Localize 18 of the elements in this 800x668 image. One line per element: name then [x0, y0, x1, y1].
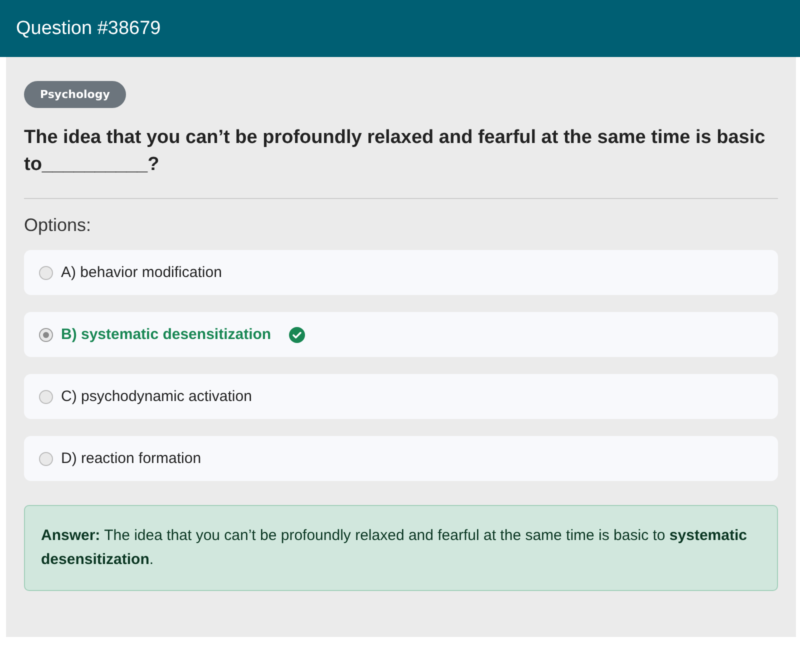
question-text: The idea that you can’t be profoundly relaxed and fearful at the same time is basic to__________?: [24, 126, 766, 177]
option-text: A) behavior modification: [61, 264, 222, 281]
option-text: D) reaction formation: [61, 450, 202, 467]
radio-button[interactable]: [39, 328, 53, 342]
options-label: Options:: [24, 215, 92, 236]
check-circle-icon: [289, 326, 306, 342]
radio-button[interactable]: [39, 452, 53, 466]
option-row[interactable]: C) psychodynamic activation: [24, 374, 778, 419]
radio-button[interactable]: [39, 390, 53, 404]
option-row[interactable]: B) systematic desensitization: [24, 312, 778, 357]
answer-text: Answer: The idea that you can’t be profoundly relaxed and fearful at the same time is basic to systematic desensitization.: [41, 527, 747, 568]
option-text: B) systematic desensitization: [61, 326, 272, 343]
option-row[interactable]: D) reaction formation: [24, 436, 778, 481]
category-badge: Psychology: [24, 81, 126, 108]
option-row[interactable]: A) behavior modification: [24, 250, 778, 295]
option-text: C) psychodynamic activation: [61, 388, 252, 405]
radio-button[interactable]: [39, 266, 53, 280]
question-title: Question #38679: [16, 18, 161, 40]
